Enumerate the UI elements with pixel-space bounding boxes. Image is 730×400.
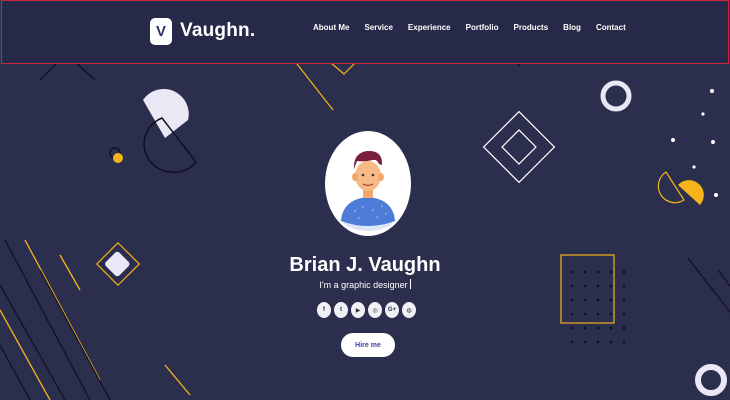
brand-dot: . bbox=[249, 20, 256, 41]
logo-mark: V bbox=[150, 17, 172, 45]
avatar-illustration bbox=[341, 150, 395, 231]
nav-portfolio[interactable]: Portfolio bbox=[466, 23, 499, 32]
facebook-icon[interactable]: f bbox=[317, 302, 331, 318]
nav-service[interactable]: Service bbox=[364, 23, 392, 32]
nav-about-me[interactable]: About Me bbox=[313, 23, 349, 32]
brand-name: Vaughn bbox=[180, 20, 250, 41]
instagram-icon[interactable]: ◎ bbox=[368, 302, 382, 318]
social-links: f t ▶ ◎ G+ ◍ bbox=[317, 302, 416, 318]
nav-contact[interactable]: Contact bbox=[596, 23, 626, 32]
nav-products[interactable]: Products bbox=[514, 23, 549, 32]
profile-avatar bbox=[325, 131, 411, 236]
dot-yellow-left bbox=[113, 153, 123, 163]
brand-logo[interactable]: V Vaughn. bbox=[150, 16, 255, 46]
ring-bottom-right bbox=[695, 364, 727, 396]
hero-name: Brian J. Vaughn bbox=[289, 254, 441, 276]
hero-role: I'm a graphic designer bbox=[0, 279, 730, 290]
navbar: V Vaughn. About Me Service Experience Po… bbox=[1, 0, 729, 64]
right-diamond-inner bbox=[501, 129, 537, 165]
typing-cursor bbox=[409, 279, 411, 289]
nav-blog[interactable]: Blog bbox=[563, 23, 581, 32]
half-circle-shape bbox=[143, 88, 189, 138]
nav-menu: About Me Service Experience Portfolio Pr… bbox=[313, 23, 626, 32]
twitter-icon[interactable]: t bbox=[334, 302, 348, 318]
right-diamond-outer bbox=[482, 110, 556, 184]
youtube-icon[interactable]: ▶ bbox=[351, 302, 365, 318]
hire-me-button[interactable]: Hire me bbox=[341, 333, 395, 357]
google-plus-icon[interactable]: G+ bbox=[385, 302, 399, 318]
nav-experience[interactable]: Experience bbox=[408, 23, 451, 32]
hero-role-text: I'm a graphic designer bbox=[319, 280, 408, 290]
white-dots-right bbox=[671, 89, 718, 197]
ring-top-right bbox=[600, 80, 632, 112]
dribbble-icon[interactable]: ◍ bbox=[402, 302, 416, 318]
half-circle-outline-right bbox=[657, 171, 685, 204]
